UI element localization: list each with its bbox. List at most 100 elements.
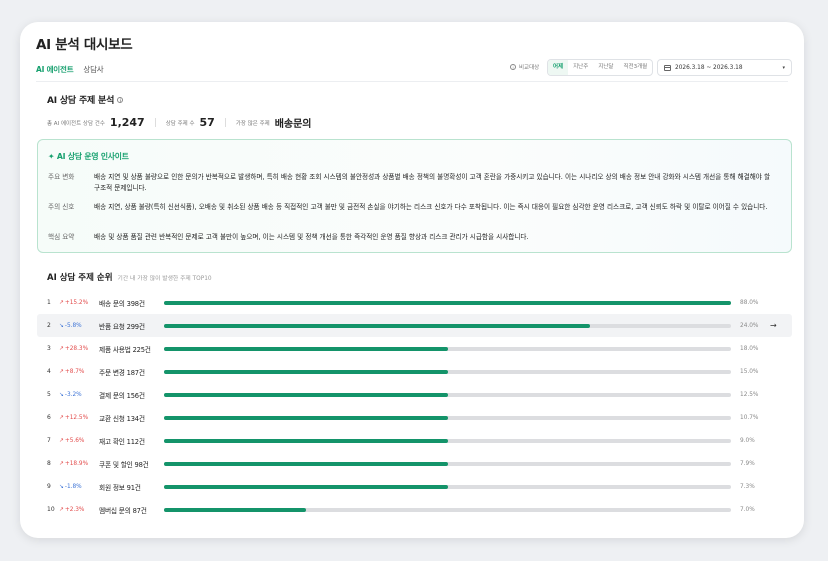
ranking-row[interactable]: 8 ↗ +18.9% 쿠폰 및 할인 98건 7.9% <box>37 452 792 475</box>
period-last-month[interactable]: 지난달 <box>593 60 618 75</box>
rank-bar-track <box>164 462 731 466</box>
rank-percentage: 7.0% <box>740 506 755 513</box>
rank-change: ↘ -1.8% <box>59 484 99 490</box>
stat-total-value: 1,247 <box>109 116 145 129</box>
rank-bar-track <box>164 370 731 374</box>
rank-bar-track <box>164 347 731 351</box>
rank-bar-track <box>164 301 731 305</box>
insight-row-text: 배송 및 상품 품질 관련 반복적인 문제로 고객 불만이 높으며, 이는 시스… <box>94 233 529 241</box>
rank-change: ↗ +28.3% <box>59 346 99 352</box>
rank-number: 1 <box>47 299 51 306</box>
tab-counselor[interactable]: 상담사 <box>83 64 103 82</box>
rank-change-value: -5.8% <box>64 322 82 329</box>
insight-row: 주의 신호 배송 지연, 상품 불량(특히 신선식품), 오배송 및 취소된 상… <box>48 202 774 213</box>
arrow-right-icon[interactable]: → <box>770 321 777 330</box>
rank-percentage: 7.3% <box>740 483 755 490</box>
rank-bar-fill <box>164 370 448 374</box>
ranking-row[interactable]: 7 ↗ +5.6% 재고 확인 112건 9.0% <box>37 429 792 452</box>
rank-number: 9 <box>47 483 51 490</box>
rank-topic-name: 결제 문의 156건 <box>99 391 145 400</box>
rank-bar-fill <box>164 439 448 443</box>
stat-top-label: 가장 많은 주제 <box>235 120 270 127</box>
stat-topics: 상담 주제 수 57 <box>166 116 215 129</box>
ranking-row[interactable]: 3 ↗ +28.3% 제품 사용법 225건 18.0% <box>37 337 792 360</box>
ranking-row[interactable]: 5 ↘ -3.2% 결제 문의 156건 12.5% <box>37 383 792 406</box>
period-last-week[interactable]: 지난주 <box>568 60 593 75</box>
trend-up-icon: ↗ <box>59 506 64 513</box>
stat-total-label: 총 AI 에이전트 상담 건수 <box>47 120 105 127</box>
rank-bar-track <box>164 485 731 489</box>
rank-change-value: +15.2% <box>64 299 89 306</box>
insight-title: ✦ AI 상담 운영 인사이트 <box>48 152 129 161</box>
rank-bar-track <box>164 416 731 420</box>
insight-box: ✦ AI 상담 운영 인사이트 주요 변화 배송 지연 및 상품 불량으로 인한… <box>37 139 792 253</box>
date-range-picker[interactable]: 2026.3.18 ~ 2026.3.18 ▾ <box>657 59 792 76</box>
rank-change-value: +8.7% <box>64 368 85 375</box>
trend-up-icon: ↗ <box>59 437 64 444</box>
period-last-3-months[interactable]: 직전3개월 <box>619 60 653 75</box>
period-yesterday[interactable]: 어제 <box>548 60 569 75</box>
rank-percentage: 88.0% <box>740 299 759 306</box>
rank-percentage: 7.9% <box>740 460 755 467</box>
rank-percentage: 15.0% <box>740 368 759 375</box>
ranking-row[interactable]: 6 ↗ +12.5% 교환 신청 134건 10.7% <box>37 406 792 429</box>
trend-up-icon: ↗ <box>59 345 64 352</box>
rank-topic-name: 제품 사용법 225건 <box>99 345 151 354</box>
ranking-row[interactable]: 4 ↗ +8.7% 주문 변경 187건 15.0% <box>37 360 792 383</box>
rank-change: ↗ +12.5% <box>59 415 99 421</box>
rank-topic-name: 재고 확인 112건 <box>99 437 145 446</box>
compare-label: i 비교대상 <box>510 63 539 71</box>
rank-number: 4 <box>47 368 51 375</box>
topic-stats: 총 AI 에이전트 상담 건수 1,247 상담 주제 수 57 가장 많은 주… <box>47 115 312 130</box>
chevron-down-icon: ▾ <box>782 64 785 71</box>
ranking-row[interactable]: 2 ↘ -5.8% 반품 요청 299건 24.0% → <box>37 314 792 337</box>
rank-bar-fill <box>164 393 448 397</box>
rank-percentage: 24.0% <box>740 322 759 329</box>
ranking-row[interactable]: 10 ↗ +2.3% 멤버십 문의 87건 7.0% <box>37 498 792 521</box>
ranking-subtitle: 기간 내 가장 많이 발생한 주제 TOP10 <box>117 276 212 282</box>
rank-topic-name: 쿠폰 및 할인 98건 <box>99 460 149 469</box>
rank-change-value: +2.3% <box>64 506 85 513</box>
rank-bar-fill <box>164 485 448 489</box>
insight-row-text: 배송 지연 및 상품 불량으로 인한 문의가 반복적으로 발생하며, 특히 배송… <box>94 173 771 192</box>
page-title: AI 분석 대시보드 <box>36 37 133 53</box>
rank-change-value: +18.9% <box>64 460 89 467</box>
insight-row-text: 배송 지연, 상품 불량(특히 신선식품), 오배송 및 취소된 상품 배송 등… <box>94 203 768 211</box>
rank-change: ↗ +2.3% <box>59 507 99 513</box>
rank-topic-name: 주문 변경 187건 <box>99 368 145 377</box>
rank-number: 10 <box>47 506 55 513</box>
rank-change: ↗ +5.6% <box>59 438 99 444</box>
insight-row: 핵심 요약 배송 및 상품 품질 관련 반복적인 문제로 고객 불만이 높으며,… <box>48 232 774 243</box>
stat-top-value: 배송문의 <box>274 119 312 130</box>
compare-label-text: 비교대상 <box>519 65 540 71</box>
rank-bar-fill <box>164 324 591 328</box>
rank-topic-name: 멤버십 문의 87건 <box>99 506 147 515</box>
info-icon[interactable]: i <box>117 96 124 103</box>
rank-number: 7 <box>47 437 51 444</box>
rank-number: 5 <box>47 391 51 398</box>
rank-number: 2 <box>47 322 51 329</box>
insight-row-label: 핵심 요약 <box>48 233 75 241</box>
rank-topic-name: 배송 문의 398건 <box>99 299 145 308</box>
ranking-row[interactable]: 9 ↘ -1.8% 회원 정보 91건 7.3% <box>37 475 792 498</box>
rank-bar-fill <box>164 462 448 466</box>
rank-percentage: 18.0% <box>740 345 759 352</box>
divider <box>224 118 226 127</box>
tab-ai-agent[interactable]: AI 에이전트 <box>36 64 74 82</box>
ranking-list: 1 ↗ +15.2% 배송 문의 398건 88.0% 2 ↘ -5.8% 반품 요청 299건… <box>37 291 792 521</box>
rank-change: ↗ +18.9% <box>59 461 99 467</box>
rank-change-value: -3.2% <box>64 391 82 398</box>
rank-number: 3 <box>47 345 51 352</box>
stat-topics-value: 57 <box>199 116 215 129</box>
rank-topic-name: 반품 요청 299건 <box>99 322 145 331</box>
trend-up-icon: ↗ <box>59 460 64 467</box>
stat-total: 총 AI 에이전트 상담 건수 1,247 <box>47 116 145 129</box>
ranking-row[interactable]: 1 ↗ +15.2% 배송 문의 398건 88.0% <box>37 291 792 314</box>
rank-change-value: -1.8% <box>64 483 82 490</box>
dashboard-card: AI 분석 대시보드 AI 에이전트 상담사 i 비교대상 어제 지난주 지난달… <box>20 22 804 538</box>
rank-bar-track <box>164 439 731 443</box>
rank-change: ↗ +15.2% <box>59 300 99 306</box>
topic-analysis-title-text: AI 상담 주제 분석 <box>47 96 115 106</box>
rank-number: 6 <box>47 414 51 421</box>
info-icon: i <box>510 64 516 70</box>
